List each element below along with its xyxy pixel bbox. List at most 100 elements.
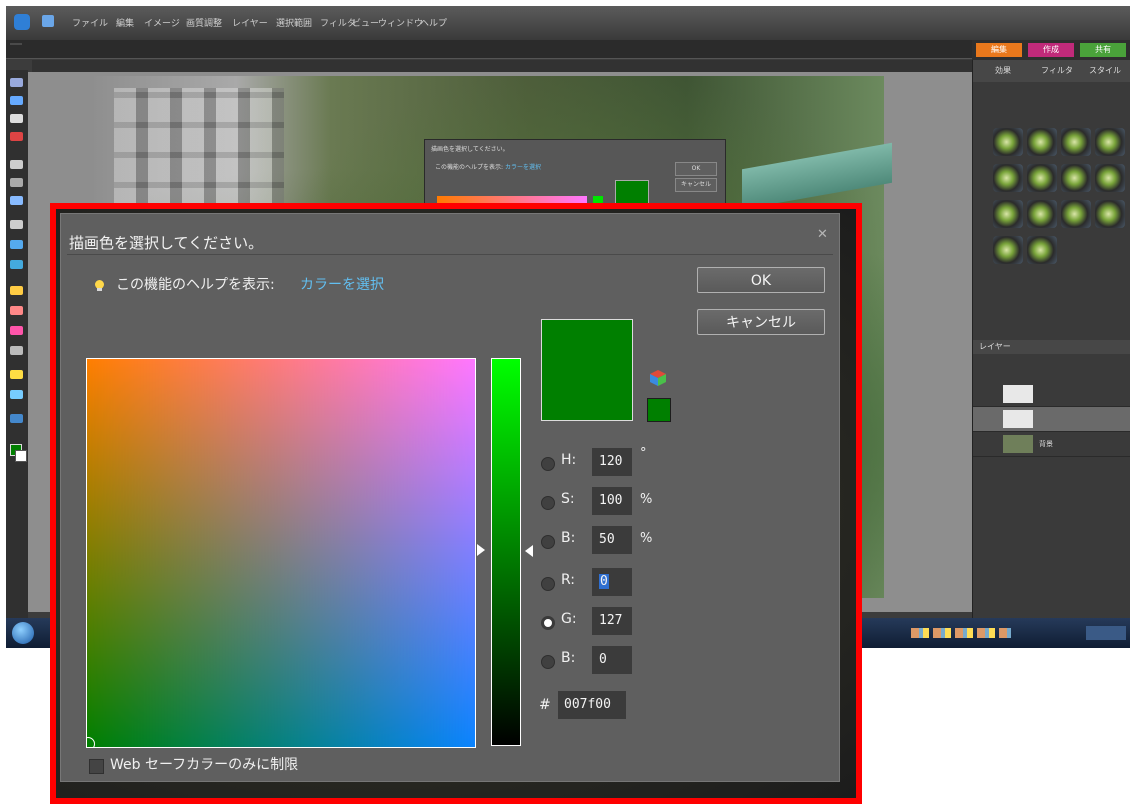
tab-filters[interactable]: フィルタ	[1041, 65, 1073, 76]
sponge-tool-icon[interactable]	[10, 414, 23, 423]
small-dialog-help-text: この機能のヘルプを表示:	[435, 164, 504, 171]
b-radio[interactable]	[541, 535, 555, 549]
effect-thumbnail[interactable]	[1095, 164, 1125, 192]
blue-radio[interactable]	[541, 655, 555, 669]
document-info-bar	[32, 60, 976, 72]
color-field-gradient	[87, 359, 475, 747]
layers-panel-title: レイヤー	[973, 340, 1130, 354]
cancel-button[interactable]: キャンセル	[697, 309, 825, 335]
effect-thumbnail[interactable]	[1027, 200, 1057, 228]
clock[interactable]	[1086, 626, 1126, 640]
small-dialog-help-link[interactable]: カラーを選択	[505, 164, 541, 171]
effect-thumbnail[interactable]	[1027, 128, 1057, 156]
home-icon[interactable]	[42, 15, 54, 27]
g-input[interactable]: 127	[592, 607, 632, 635]
effect-thumbnail[interactable]	[993, 164, 1023, 192]
b-label: B:	[561, 530, 576, 546]
web-safe-label: Web セーフカラーのみに制限	[110, 757, 299, 773]
menu-image[interactable]: イメージ	[144, 16, 180, 29]
menu-select[interactable]: 選択範囲	[276, 16, 312, 29]
color-cube-icon[interactable]	[649, 369, 667, 387]
effect-thumbnail[interactable]	[1061, 200, 1091, 228]
move-tool-icon[interactable]	[10, 78, 23, 87]
menu-file[interactable]: ファイル	[72, 16, 108, 29]
web-safe-checkbox[interactable]	[89, 759, 104, 774]
shape-tool-icon[interactable]	[10, 370, 23, 379]
r-radio[interactable]	[541, 577, 555, 591]
panel-bin: 効果 フィルタ スタイル レイヤー 背景	[972, 60, 1130, 634]
gradient-tool-icon[interactable]	[10, 346, 23, 355]
brush-tool-icon[interactable]	[10, 286, 23, 295]
ok-button[interactable]: OK	[697, 267, 825, 293]
effect-thumbnail[interactable]	[993, 236, 1023, 264]
effect-thumbnail[interactable]	[1095, 128, 1125, 156]
tab-effects[interactable]: 効果	[995, 65, 1011, 76]
mode-tabs: 編集 作成 共有	[972, 40, 1130, 60]
menu-view[interactable]: ビュー	[352, 16, 379, 29]
blue-label: B:	[561, 650, 576, 666]
lasso-tool-icon[interactable]	[10, 178, 23, 187]
color-field[interactable]	[86, 358, 476, 748]
layer-thumbnail	[1003, 410, 1033, 428]
b-unit: %	[640, 531, 653, 546]
s-input[interactable]: 100	[592, 487, 632, 515]
start-button[interactable]	[12, 622, 34, 644]
r-input[interactable]: 0	[592, 568, 632, 596]
menu-layer[interactable]: レイヤー	[232, 16, 268, 29]
effect-thumbnail[interactable]	[1027, 236, 1057, 264]
blur-tool-icon[interactable]	[10, 390, 23, 399]
title-divider	[67, 254, 833, 255]
hex-input[interactable]: 007f00	[558, 691, 626, 719]
b-input[interactable]: 50	[592, 526, 632, 554]
effect-thumbnail[interactable]	[1095, 200, 1125, 228]
blue-input[interactable]: 0	[592, 646, 632, 674]
mode-create-tab[interactable]: 作成	[1028, 43, 1074, 57]
menu-window[interactable]: ウィンドウ	[378, 16, 423, 29]
small-dialog-help: この機能のヘルプを表示: カラーを選択	[435, 162, 541, 171]
eyedropper-tool-icon[interactable]	[10, 132, 23, 141]
crop-tool-icon[interactable]	[10, 220, 23, 229]
paint-bucket-tool-icon[interactable]	[10, 326, 23, 335]
g-label: G:	[561, 611, 577, 627]
zoom-tool-icon[interactable]	[10, 96, 23, 105]
menu-edit[interactable]: 編集	[116, 16, 134, 29]
layer-thumbnail	[1003, 435, 1033, 453]
layer-row[interactable]	[973, 407, 1130, 432]
layer-row[interactable]: 背景	[973, 432, 1130, 457]
s-unit: %	[640, 492, 653, 507]
background-color-icon[interactable]	[15, 450, 27, 462]
menu-help[interactable]: ヘルプ	[420, 16, 447, 29]
red-eye-tool-icon[interactable]	[10, 240, 23, 249]
h-input[interactable]: 120	[592, 448, 632, 476]
help-link[interactable]: カラーを選択	[300, 274, 384, 294]
healing-tool-icon[interactable]	[10, 260, 23, 269]
effect-thumbnail[interactable]	[1061, 164, 1091, 192]
menu-enhance[interactable]: 画質調整	[186, 16, 222, 29]
menu-filter[interactable]: フィルタ	[320, 16, 356, 29]
marquee-tool-icon[interactable]	[10, 160, 23, 169]
effect-thumbnail[interactable]	[993, 128, 1023, 156]
effect-thumbnail[interactable]	[1061, 128, 1091, 156]
g-radio[interactable]	[541, 616, 555, 630]
hue-slider[interactable]	[491, 358, 521, 746]
eraser-tool-icon[interactable]	[10, 306, 23, 315]
mode-edit-tab[interactable]: 編集	[976, 43, 1022, 57]
effect-thumbnail[interactable]	[993, 200, 1023, 228]
document-tab[interactable]	[10, 43, 22, 45]
hand-tool-icon[interactable]	[10, 114, 23, 123]
small-dialog-ok-button[interactable]: OK	[675, 162, 717, 176]
web-safe-swatch[interactable]	[647, 398, 671, 422]
h-radio[interactable]	[541, 457, 555, 471]
mode-share-tab[interactable]: 共有	[1080, 43, 1126, 57]
system-tray-icons[interactable]	[911, 628, 1011, 638]
close-icon[interactable]: ✕	[817, 227, 828, 242]
layer-row[interactable]	[973, 382, 1130, 407]
small-dialog-cancel-button[interactable]: キャンセル	[675, 178, 717, 192]
slider-right-arrow-icon[interactable]	[525, 545, 533, 557]
slider-left-arrow-icon[interactable]	[477, 544, 485, 556]
photo-building	[114, 88, 284, 218]
magic-wand-tool-icon[interactable]	[10, 196, 23, 205]
s-radio[interactable]	[541, 496, 555, 510]
tab-styles[interactable]: スタイル	[1089, 65, 1121, 76]
effect-thumbnail[interactable]	[1027, 164, 1057, 192]
